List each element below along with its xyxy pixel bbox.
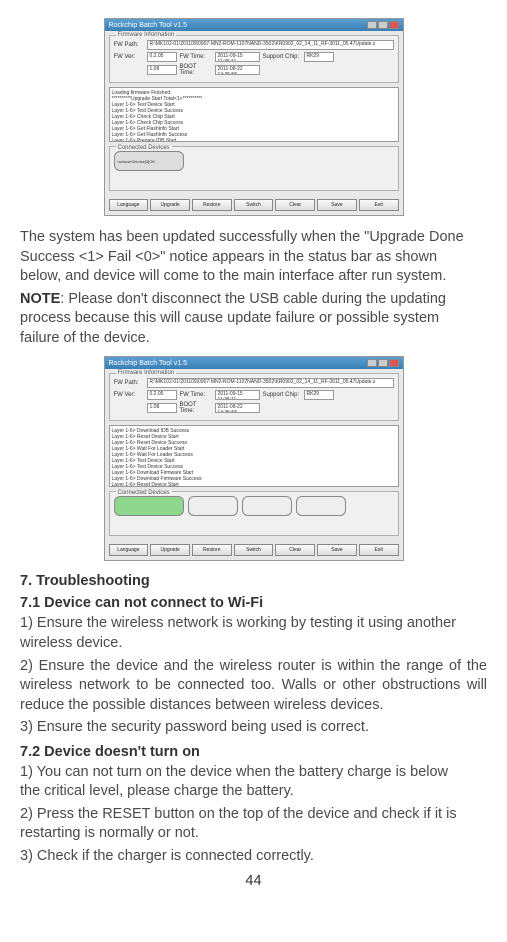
log-line: Layer 1-6> Prepare IDB Start xyxy=(112,138,396,142)
restore-button[interactable]: Restore xyxy=(192,199,232,211)
text-line: 2) Ensure the device and the wireless ro… xyxy=(20,658,461,674)
text-line: Success <1> Fail <0>" notice appears in … xyxy=(20,249,437,265)
firmware-panel: Firmware Information FW Path: R:\MK102-0… xyxy=(109,373,399,421)
window-controls xyxy=(367,359,399,367)
text-line: the critical level, please charge the ba… xyxy=(20,783,294,799)
panel-title: Firmware Information xyxy=(116,370,177,376)
switch-button[interactable]: Switch xyxy=(234,544,274,556)
window-title: Rockchip Batch Tool v1.5 xyxy=(109,22,187,29)
log-area: Loading firmware Finished. **********Upg… xyxy=(109,87,399,142)
screenshot-2: Rockchip Batch Tool v1.5 Firmware Inform… xyxy=(20,356,487,561)
fwtime-label: FW Time: xyxy=(180,54,212,60)
fwtime-label: FW Time: xyxy=(180,392,212,398)
para-update-success: The system has been updated successfully… xyxy=(20,228,487,287)
chip-label: Support Chip: xyxy=(263,54,301,60)
window-controls xyxy=(367,21,399,29)
fwtime-input: 2011-09-15 11:35:11 xyxy=(215,390,260,400)
maximize-icon[interactable] xyxy=(378,359,388,367)
para-7-1-2: 2) Ensure the device and the wireless ro… xyxy=(20,657,487,716)
button-row: Language Upgrade Restore Switch Clear Sa… xyxy=(105,540,403,560)
save-button[interactable]: Save xyxy=(317,544,357,556)
fwtime-input: 2011-09-15 11:35:11 xyxy=(215,52,260,62)
para-7-2-1: 1) You can not turn on the device when t… xyxy=(20,763,487,802)
fwver-input: 0.2.05 xyxy=(147,52,177,62)
language-button[interactable]: Language xyxy=(109,544,149,556)
loader-input: 1.08 xyxy=(147,403,177,413)
fwver-input: 0.2.05 xyxy=(147,390,177,400)
device-slot-empty xyxy=(242,496,292,516)
text-line: 2) Press the RESET button on the top of … xyxy=(20,806,457,822)
para-7-1-1: 1) Ensure the wireless network is workin… xyxy=(20,614,487,653)
window-title: Rockchip Batch Tool v1.5 xyxy=(109,360,187,367)
clear-button[interactable]: Clear xyxy=(275,544,315,556)
page-number: 44 xyxy=(20,873,487,889)
fwver-label: FW Ver: xyxy=(114,54,144,60)
device-slot xyxy=(114,496,184,516)
connected-panel: Connected Devices rockusb\Device[3]OK xyxy=(109,146,399,191)
device-slot-empty xyxy=(188,496,238,516)
upgrade-button[interactable]: Upgrade xyxy=(150,544,190,556)
close-icon[interactable] xyxy=(389,21,399,29)
screenshot-1: Rockchip Batch Tool v1.5 Firmware Inform… xyxy=(20,18,487,216)
connected-title: Connected Devices xyxy=(116,145,172,151)
save-button[interactable]: Save xyxy=(317,199,357,211)
text-line: devices. xyxy=(330,697,383,713)
chip-label: Support Chip: xyxy=(263,392,301,398)
para-note: NOTE: Please don't disconnect the USB ca… xyxy=(20,290,487,349)
firmware-panel: Firmware Information FW Path: R:\MK102-0… xyxy=(109,35,399,83)
note-label: NOTE xyxy=(20,291,60,307)
exit-button[interactable]: Exit xyxy=(359,544,399,556)
boottime-label: BOOT Time: xyxy=(180,402,212,414)
upgrade-button[interactable]: Upgrade xyxy=(150,199,190,211)
heading-7-1: 7.1 Device can not connect to Wi-Fi xyxy=(20,595,487,611)
device-slot: rockusb\Device[3]OK xyxy=(114,151,184,171)
restore-button[interactable]: Restore xyxy=(192,544,232,556)
fwpath-label: FW Path: xyxy=(114,380,144,386)
log-line: Layer 1-6> Reset Device Start xyxy=(112,482,396,487)
chip-input: RK29 xyxy=(304,390,334,400)
minimize-icon[interactable] xyxy=(367,359,377,367)
titlebar: Rockchip Batch Tool v1.5 xyxy=(105,357,403,369)
boottime-input: 2011-08-22 14:35:58 xyxy=(215,403,260,413)
text-line: 1) Ensure the wireless network is workin… xyxy=(20,615,456,631)
text-line: below, and device will come to the main … xyxy=(20,268,446,284)
clear-button[interactable]: Clear xyxy=(275,199,315,211)
boottime-input: 2011-08-22 14:35:58 xyxy=(215,65,260,75)
para-7-2-2: 2) Press the RESET button on the top of … xyxy=(20,805,487,844)
text-line: restarting is normally or not. xyxy=(20,825,199,841)
connected-panel: Connected Devices xyxy=(109,491,399,536)
loader-input: 1.08 xyxy=(147,65,177,75)
text-line: The system has been updated successfully… xyxy=(20,229,464,245)
language-button[interactable]: Language xyxy=(109,199,149,211)
switch-button[interactable]: Switch xyxy=(234,199,274,211)
exit-button[interactable]: Exit xyxy=(359,199,399,211)
para-7-2-3: 3) Check if the charger is connected cor… xyxy=(20,847,487,867)
text-line: : Please don't disconnect the USB cable … xyxy=(60,291,446,307)
button-row: Language Upgrade Restore Switch Clear Sa… xyxy=(105,195,403,215)
panel-title: Firmware Information xyxy=(116,32,177,38)
heading-troubleshooting: 7. Troubleshooting xyxy=(20,573,487,589)
app-window: Rockchip Batch Tool v1.5 Firmware Inform… xyxy=(104,18,404,216)
chip-input: RK29 xyxy=(304,52,334,62)
device-label: rockusb\Device[3]OK xyxy=(118,159,180,164)
fwver-label: FW Ver: xyxy=(114,392,144,398)
para-7-1-3: 3) Ensure the security password being us… xyxy=(20,718,487,738)
text-line: failure of the device. xyxy=(20,330,150,346)
minimize-icon[interactable] xyxy=(367,21,377,29)
maximize-icon[interactable] xyxy=(378,21,388,29)
fwpath-input[interactable]: R:\MK102-01\201109\0907-MN2-ROM-1107NAND… xyxy=(147,378,394,388)
device-slot-empty xyxy=(296,496,346,516)
fwpath-input[interactable]: R:\MK102-01\201109\0907-MN2-ROM-1107NAND… xyxy=(147,40,394,50)
heading-7-2: 7.2 Device doesn't turn on xyxy=(20,744,487,760)
text-line: wireless device. xyxy=(20,635,122,651)
close-icon[interactable] xyxy=(389,359,399,367)
fwpath-label: FW Path: xyxy=(114,42,144,48)
log-area: Layer 1-6> Download IDB Success Layer 1-… xyxy=(109,425,399,487)
app-window: Rockchip Batch Tool v1.5 Firmware Inform… xyxy=(104,356,404,561)
text-line: 1) You can not turn on the device when t… xyxy=(20,764,448,780)
text-line: process because this will cause update f… xyxy=(20,310,439,326)
titlebar: Rockchip Batch Tool v1.5 xyxy=(105,19,403,31)
boottime-label: BOOT Time: xyxy=(180,64,212,76)
